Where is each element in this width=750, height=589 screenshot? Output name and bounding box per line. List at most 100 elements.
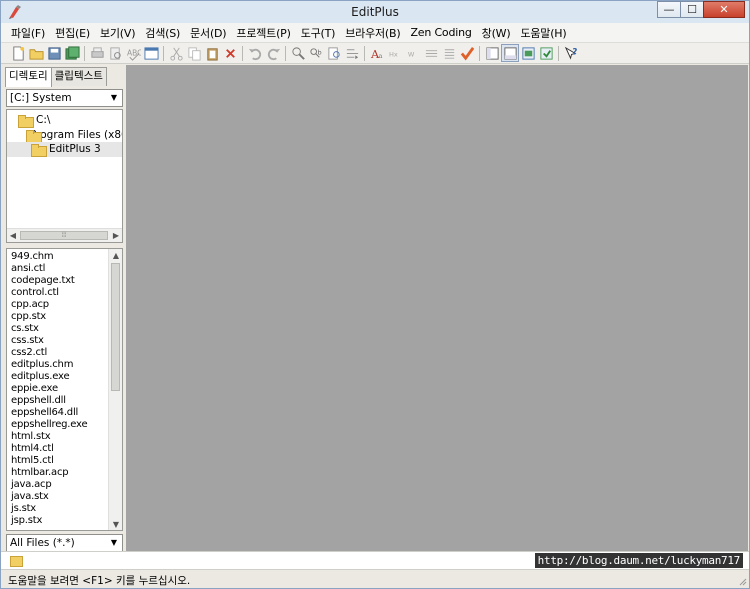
list-item[interactable]: eppshell64.dll: [11, 407, 78, 419]
redo-icon[interactable]: [264, 44, 282, 62]
print-icon[interactable]: [88, 44, 106, 62]
toolbar-separator: [558, 45, 559, 61]
list-item[interactable]: eppshellreg.exe: [11, 419, 88, 431]
list-item[interactable]: eppshell.dll: [11, 395, 66, 407]
drive-select[interactable]: [C:] System ▼: [6, 89, 123, 107]
output-window-icon[interactable]: [501, 44, 519, 62]
folder-tree[interactable]: C:\ Program Files (x86) EditPlus 3 ◀ ⦙⦙⦙…: [6, 109, 123, 243]
toolbar-separator: [163, 45, 164, 61]
close-button[interactable]: ✕: [703, 1, 745, 18]
scroll-left-icon[interactable]: ◀: [7, 229, 19, 242]
menu-help[interactable]: 도움말(H): [515, 25, 571, 41]
menu-view[interactable]: 보기(V): [95, 25, 140, 41]
chevron-down-icon: ▼: [110, 538, 118, 547]
maximize-icon: ☐: [687, 3, 697, 16]
file-list-vertical-scrollbar[interactable]: ▲ ▼: [108, 249, 122, 530]
help-icon[interactable]: ?: [562, 44, 580, 62]
list-item[interactable]: cs.stx: [11, 323, 39, 335]
column-marker-icon[interactable]: [422, 44, 440, 62]
editor-area[interactable]: [126, 65, 748, 551]
list-item[interactable]: editplus.chm: [11, 359, 73, 371]
font-icon[interactable]: Aa: [368, 44, 386, 62]
undo-icon[interactable]: [246, 44, 264, 62]
list-item[interactable]: html.stx: [11, 431, 51, 443]
tree-item-label: EditPlus 3: [49, 143, 101, 155]
find-in-files-icon[interactable]: [325, 44, 343, 62]
tree-item-editplus[interactable]: EditPlus 3: [7, 142, 122, 157]
html-toolbar-icon[interactable]: [537, 44, 555, 62]
menu-search[interactable]: 검색(S): [140, 25, 185, 41]
menu-window[interactable]: 창(W): [477, 25, 516, 41]
delete-icon[interactable]: [221, 44, 239, 62]
list-item[interactable]: css.stx: [11, 335, 44, 347]
print-preview-icon[interactable]: [106, 44, 124, 62]
list-item[interactable]: jsp.stx: [11, 515, 42, 527]
scroll-up-icon[interactable]: ▲: [110, 249, 122, 261]
list-item[interactable]: ansi.ctl: [11, 263, 45, 275]
browser-preview-icon[interactable]: [142, 44, 160, 62]
line-number-icon[interactable]: W: [404, 44, 422, 62]
list-item[interactable]: codepage.txt: [11, 275, 75, 287]
menu-file[interactable]: 파일(F): [6, 25, 50, 41]
new-file-icon[interactable]: [9, 44, 27, 62]
scroll-thumb[interactable]: [111, 263, 120, 391]
copy-icon[interactable]: [185, 44, 203, 62]
toolbar-separator: [364, 45, 365, 61]
folder-icon[interactable]: [10, 554, 23, 567]
list-item[interactable]: 949.chm: [11, 251, 54, 263]
list-item[interactable]: eppie.exe: [11, 383, 58, 395]
list-item[interactable]: cpp.acp: [11, 299, 49, 311]
goto-line-icon[interactable]: [343, 44, 361, 62]
sidebar-tabs: 디렉토리 클립텍스트: [5, 67, 107, 87]
list-item[interactable]: editplus.exe: [11, 371, 70, 383]
cliptext-window-icon[interactable]: [519, 44, 537, 62]
menu-tools[interactable]: 도구(T): [296, 25, 341, 41]
list-item[interactable]: java.stx: [11, 491, 49, 503]
scroll-right-icon[interactable]: ▶: [110, 229, 122, 242]
paste-icon[interactable]: [203, 44, 221, 62]
list-format-icon[interactable]: [440, 44, 458, 62]
list-item[interactable]: html5.ctl: [11, 455, 54, 467]
tab-directory[interactable]: 디렉토리: [5, 67, 52, 87]
scroll-down-icon[interactable]: ▼: [110, 518, 122, 530]
toggle-check-icon[interactable]: [458, 44, 476, 62]
toolbar-separator: [479, 45, 480, 61]
list-item[interactable]: htmlbar.acp: [11, 467, 69, 479]
resize-grip-icon[interactable]: [737, 576, 747, 586]
title-bar[interactable]: EditPlus — ☐ ✕: [1, 1, 749, 23]
document-tab-bar[interactable]: http://blog.daum.net/luckyman717: [1, 551, 749, 569]
directory-window-icon[interactable]: [483, 44, 501, 62]
list-item[interactable]: cpp.stx: [11, 311, 46, 323]
minimize-button[interactable]: —: [657, 1, 681, 18]
word-wrap-icon[interactable]: Hx: [386, 44, 404, 62]
file-list[interactable]: 949.chm ansi.ctl codepage.txt control.ct…: [6, 248, 123, 531]
toolbar-separator: [242, 45, 243, 61]
find-icon[interactable]: [289, 44, 307, 62]
menu-zen-coding[interactable]: Zen Coding: [405, 26, 476, 39]
cut-icon[interactable]: [167, 44, 185, 62]
tree-item-c-drive[interactable]: C:\: [18, 113, 122, 128]
list-item[interactable]: control.ctl: [11, 287, 59, 299]
scroll-thumb[interactable]: ⦙⦙⦙: [20, 231, 108, 240]
file-filter-select[interactable]: All Files (*.*) ▼: [6, 534, 123, 552]
minimize-icon: —: [663, 3, 675, 16]
replace-icon[interactable]: b: [307, 44, 325, 62]
save-all-icon[interactable]: [63, 44, 81, 62]
spell-check-icon[interactable]: ABC: [124, 44, 142, 62]
list-item[interactable]: html4.ctl: [11, 443, 54, 455]
list-item[interactable]: css2.ctl: [11, 347, 47, 359]
list-item[interactable]: java.acp: [11, 479, 52, 491]
tab-cliptext[interactable]: 클립텍스트: [50, 67, 107, 86]
open-folder-icon[interactable]: [27, 44, 45, 62]
maximize-button[interactable]: ☐: [680, 1, 704, 18]
save-icon[interactable]: [45, 44, 63, 62]
tree-item-program-files[interactable]: Program Files (x86): [26, 128, 122, 143]
tree-horizontal-scrollbar[interactable]: ◀ ⦙⦙⦙ ▶: [7, 228, 122, 242]
menu-document[interactable]: 문서(D): [185, 25, 231, 41]
menu-browser[interactable]: 브라우저(B): [340, 25, 405, 41]
directory-pane: 디렉토리 클립텍스트 [C:] System ▼ C:\ Program Fil…: [3, 65, 124, 553]
menu-project[interactable]: 프로젝트(P): [231, 25, 295, 41]
list-item[interactable]: js.stx: [11, 503, 36, 515]
file-filter-value: All Files (*.*): [10, 537, 75, 549]
menu-edit[interactable]: 편집(E): [50, 25, 95, 41]
